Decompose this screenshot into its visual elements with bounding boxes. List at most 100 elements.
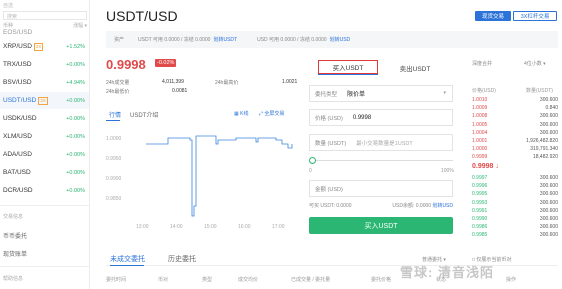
fullscreen-toggle[interactable]: ⤢ 全屏交易 [259,110,284,117]
ask-row[interactable]: 1.0009 0.840 [472,105,558,112]
depth-merge-label: 深度合并 [472,61,493,67]
bid-row[interactable]: 0.9986 300.600 [472,224,558,231]
spot-orders-link[interactable]: 币币委托 [3,231,27,240]
usd-balance: USD 可用 0.0000 / 冻结 0.0000 [257,37,327,43]
ask-amount: 1,926,482.820 [526,138,558,144]
ask-price: 1.0005 [472,121,488,128]
book-mid-price: 0.9998 ↓ [472,163,499,170]
bid-row[interactable]: 0.9990 300.600 [472,216,558,223]
ask-row[interactable]: 1.0010 300.600 [472,97,558,104]
amount-24h-label: 24h最低价 [106,89,130,95]
pair-name: TRX/USD [3,61,32,68]
bid-amount: 300.600 [539,232,558,239]
order-type-label: 委托类型 [315,91,338,98]
tab-order-history[interactable]: 历史委托 [168,254,196,264]
transfer-usdt-link[interactable]: 划转USDT [213,36,237,43]
ask-row[interactable]: 1.0004 300.600 [472,130,558,137]
available-to-buy: 可买 USDT: 0.0000 [309,203,352,209]
amount-slider-track[interactable] [314,160,453,161]
book-price-header: 价格(USD) [472,88,496,94]
pair-change: +0.00% [66,133,85,140]
orders-column-header: 委托时间 [106,277,127,283]
price-series-line [146,135,293,217]
vol-24h-value: 4,011,399 [162,79,184,85]
ask-row[interactable]: 1.0008 300.600 [472,113,558,120]
order-type-select[interactable]: 委托类型 限价单 ▾ [309,85,453,102]
y-axis: 1.0000 0.9950 0.9900 0.9850 [106,136,122,202]
pair-change: +0.00% [66,115,85,122]
bid-price: 0.9993 [472,199,488,206]
transfer-usd-link[interactable]: 划转USD [330,36,351,43]
market-pair-row[interactable]: USDK/USD +0.00% [0,110,89,127]
kline-toggle[interactable]: ▦ K线 [234,110,248,117]
market-pair-row[interactable]: XRP/USD 3X +1.52% [0,38,89,55]
y-tick-label: 0.9850 [106,196,122,202]
bid-row[interactable]: 0.9997 300.600 [472,175,558,182]
asset-label: 资产 [114,37,125,43]
spot-bills-link[interactable]: 现货账单 [3,249,27,258]
pair-change: +0.00% [66,97,85,104]
bid-row[interactable]: 0.9995 300.600 [472,191,558,198]
market-pair-row[interactable]: TRX/USD +0.00% [0,56,89,73]
market-search-input[interactable]: 搜索 [3,11,87,20]
orders-column-header: 类型 [202,277,213,283]
pair-name: XLM/USD [3,133,32,140]
bid-price: 0.9986 [472,224,488,231]
bid-amount: 300.600 [539,224,558,231]
favorites-label[interactable]: 自选 [3,2,13,9]
bid-row[interactable]: 0.9985 300.600 [472,232,558,239]
bid-price: 0.9996 [472,183,488,190]
quantity-input[interactable]: 数量 (USDT) 最小交易数量是1USDT [309,134,453,151]
tab-open-orders[interactable]: 未成交委托 [110,254,145,264]
bid-row[interactable]: 0.9993 300.600 [472,200,558,207]
tab-spot-trading[interactable]: 现货交易 [475,11,511,21]
tab-market-chart[interactable]: 行情 [109,110,121,119]
last-price: 0.9998 [106,57,146,72]
market-pair-row[interactable]: XLM/USD +0.00% [0,128,89,145]
tab-sell-usdt[interactable]: 卖出USDT [385,63,445,73]
x-tick-label: 15:00 [204,224,217,230]
market-pair-row[interactable]: ADA/USD +0.00% [0,146,89,163]
ask-row[interactable]: 1.0001 1,926,482.820 [472,138,558,145]
active-tab-underline [106,120,120,121]
price-line-chart[interactable]: 1.0000 0.9950 0.9900 0.9850 13:00 14:00 15:00… [106,122,306,232]
transfer-usd-link[interactable]: 划转USD [432,203,453,209]
market-pair-row[interactable]: BSV/USD +4.94% [0,74,89,91]
ask-amount: 300.600 [539,129,558,136]
tab-usdt-intro[interactable]: USDT介绍 [130,110,158,119]
orders-column-header: 已成交量 / 委托量 [291,277,331,283]
market-pair-row[interactable]: USDT/USD 3X +0.00% [0,92,89,109]
ask-price: 1.0004 [472,129,488,136]
pair-name: EOS/USD [3,28,33,36]
bid-price: 0.9995 [472,191,488,198]
available-info: 可买 USDT: 0.0000 USD余额: 0.0000 划转USD [309,202,453,209]
chart-tabs: 行情 USDT介绍 ▦ K线 ⤢ 全屏交易 [106,108,296,121]
pair-name: BSV/USD [3,79,32,86]
amount-slider-handle[interactable] [309,157,316,164]
ask-row[interactable]: 0.9999 18,482.920 [472,154,558,161]
x-tick-label: 17:00 [272,224,285,230]
vol-24h-label: 24h成交量 [106,80,130,86]
market-pair-row-partial[interactable]: EOS/USD [0,27,89,37]
ask-amount: 18,482.920 [532,154,558,161]
bid-row[interactable]: 0.9996 300.600 [472,183,558,190]
market-pair-row[interactable]: BAT/USD +0.00% [0,164,89,181]
bid-row[interactable]: 0.9991 300.600 [472,208,558,215]
pair-name: DCR/USD [3,187,33,194]
ask-row[interactable]: 1.0005 300.600 [472,122,558,129]
ask-price: 0.9999 [472,154,488,161]
market-pair-row[interactable]: DCR/USD +0.00% [0,182,89,199]
tab-buy-usdt[interactable]: 买入USDT [318,60,378,74]
ask-amount: 0.840 [545,105,558,112]
y-tick-label: 0.9900 [106,176,122,182]
buy-usdt-button[interactable]: 买入USDT [309,217,453,234]
ask-row[interactable]: 1.0000 319,791.340 [472,146,558,153]
decimals-select[interactable]: 4位小数 ▾ [524,60,546,67]
tab-margin-trading[interactable]: 3X杠杆交易 [513,11,557,21]
low-24h-value: 0.0081 [172,88,188,94]
leverage-badge: 3X [38,96,48,105]
amount-input[interactable]: 金额 (USD) [309,180,453,197]
price-input-label: 价格 (USD) [315,115,343,122]
orders-column-header: 币对 [158,277,169,283]
price-input[interactable]: 价格 (USD) 0.9998 [309,109,453,126]
